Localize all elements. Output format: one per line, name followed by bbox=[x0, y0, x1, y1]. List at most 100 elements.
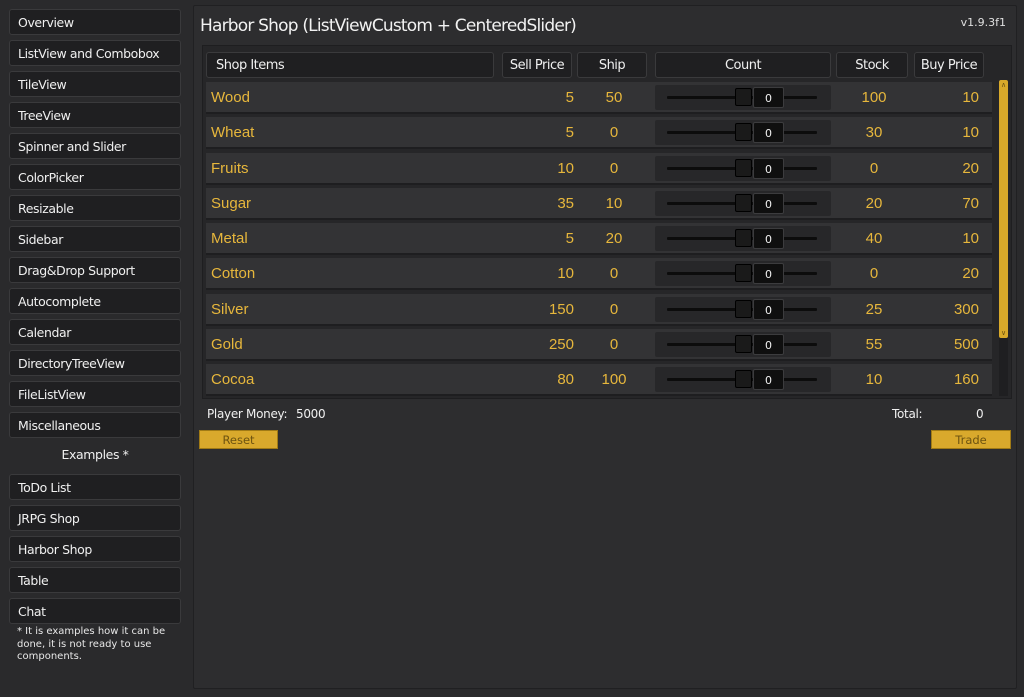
slider-handle[interactable] bbox=[735, 299, 752, 318]
ship-quantity: 0 bbox=[609, 124, 619, 142]
item-name: Wood bbox=[211, 89, 250, 106]
sidebar-item-resizable[interactable]: Resizable bbox=[9, 195, 181, 221]
scrollbar-thumb[interactable] bbox=[999, 80, 1008, 338]
sidebar-item-directorytreeview[interactable]: DirectoryTreeView bbox=[9, 350, 181, 376]
header-stock[interactable]: Stock bbox=[836, 52, 908, 78]
buy-price: 10 bbox=[962, 124, 979, 142]
count-input[interactable]: 0 bbox=[753, 157, 784, 179]
ship-quantity: 0 bbox=[609, 335, 619, 353]
ship-quantity: 20 bbox=[605, 230, 623, 247]
slider-handle[interactable] bbox=[735, 158, 752, 177]
buy-price: 20 bbox=[962, 159, 979, 177]
count-input[interactable]: 0 bbox=[753, 333, 784, 355]
item-name: Silver bbox=[211, 300, 249, 318]
slider-handle[interactable] bbox=[735, 193, 752, 212]
buy-price: 10 bbox=[962, 89, 979, 106]
item-name: Sugar bbox=[211, 194, 252, 212]
count-input[interactable]: 0 bbox=[753, 263, 784, 285]
version-label: v1.9.3f1 bbox=[960, 16, 1006, 29]
table-row[interactable]: Gold 250 0 0 55 500 bbox=[206, 328, 992, 361]
reset-button[interactable]: Reset bbox=[199, 430, 278, 449]
table-row[interactable]: Wheat 5 0 0 30 10 bbox=[206, 117, 992, 150]
item-name: Metal bbox=[211, 230, 248, 247]
count-input[interactable]: 0 bbox=[753, 298, 784, 320]
sidebar-item-dragdrop[interactable]: Drag&Drop Support bbox=[9, 257, 181, 283]
item-name: Wheat bbox=[211, 124, 255, 142]
slider-handle[interactable] bbox=[735, 334, 752, 353]
sell-price: 150 bbox=[548, 300, 574, 318]
header-buy-price[interactable]: Buy Price bbox=[914, 52, 984, 78]
page-title: Harbor Shop (ListViewCustom + CenteredSl… bbox=[200, 16, 577, 36]
sidebar-item-calendar[interactable]: Calendar bbox=[9, 319, 181, 345]
sidebar-item-autocomplete[interactable]: Autocomplete bbox=[9, 288, 181, 314]
sell-price: 250 bbox=[548, 335, 574, 353]
slider-handle[interactable] bbox=[735, 88, 752, 106]
harbor-shop-panel: Harbor Shop (ListViewCustom + CenteredSl… bbox=[193, 5, 1017, 689]
sidebar-item-treeview[interactable]: TreeView bbox=[9, 102, 181, 128]
scroll-up-icon[interactable]: ∧ bbox=[999, 81, 1008, 89]
sidebar-item-todo-list[interactable]: ToDo List bbox=[9, 474, 181, 500]
sidebar-item-miscellaneous[interactable]: Miscellaneous bbox=[9, 412, 181, 438]
header-shop-items[interactable]: Shop Items bbox=[206, 52, 494, 78]
sidebar-item-tileview[interactable]: TileView bbox=[9, 71, 181, 97]
sidebar-item-sidebar[interactable]: Sidebar bbox=[9, 226, 181, 252]
sidebar-item-harbor-shop[interactable]: Harbor Shop bbox=[9, 536, 181, 562]
count-slider[interactable]: 0 bbox=[655, 261, 831, 287]
slider-handle[interactable] bbox=[735, 264, 752, 283]
count-slider[interactable]: 0 bbox=[655, 296, 831, 322]
count-slider[interactable]: 0 bbox=[655, 190, 831, 216]
stock-quantity: 100 bbox=[861, 89, 887, 106]
count-slider[interactable]: 0 bbox=[655, 155, 831, 181]
buy-price: 500 bbox=[953, 335, 979, 353]
table-row[interactable]: Wood 5 50 0 100 10 bbox=[206, 82, 992, 114]
ship-quantity: 0 bbox=[609, 265, 619, 283]
sidebar-item-overview[interactable]: Overview bbox=[9, 9, 181, 35]
sell-price: 5 bbox=[565, 89, 574, 106]
count-slider[interactable]: 0 bbox=[655, 120, 831, 146]
count-input[interactable]: 0 bbox=[753, 122, 784, 144]
ship-quantity: 10 bbox=[605, 194, 623, 212]
buy-price: 10 bbox=[962, 230, 979, 247]
sidebar-item-chat[interactable]: Chat bbox=[9, 598, 181, 624]
header-ship[interactable]: Ship bbox=[577, 52, 647, 78]
count-input[interactable]: 0 bbox=[753, 87, 784, 108]
slider-handle[interactable] bbox=[735, 123, 752, 142]
count-slider[interactable]: 0 bbox=[655, 226, 831, 251]
count-input[interactable]: 0 bbox=[753, 192, 784, 214]
sidebar-item-colorpicker[interactable]: ColorPicker bbox=[9, 164, 181, 190]
header-sell-price[interactable]: Sell Price bbox=[502, 52, 572, 78]
scroll-down-icon[interactable]: ∨ bbox=[999, 329, 1008, 337]
sidebar-item-listview-combobox[interactable]: ListView and Combobox bbox=[9, 40, 181, 66]
slider-handle[interactable] bbox=[735, 229, 752, 247]
count-input[interactable]: 0 bbox=[753, 228, 784, 249]
shop-list: Shop Items Sell Price Ship Count Stock B… bbox=[202, 45, 1012, 399]
slider-handle[interactable] bbox=[735, 370, 752, 388]
count-slider[interactable]: 0 bbox=[655, 367, 831, 392]
table-row[interactable]: Fruits 10 0 0 0 20 bbox=[206, 152, 992, 185]
count-slider[interactable]: 0 bbox=[655, 331, 831, 357]
stock-quantity: 30 bbox=[865, 124, 883, 142]
list-scrollbar[interactable]: ∧ ∨ bbox=[999, 80, 1008, 396]
header-count[interactable]: Count bbox=[655, 52, 831, 78]
item-name: Fruits bbox=[211, 159, 249, 177]
table-row[interactable]: Cotton 10 0 0 0 20 bbox=[206, 258, 992, 291]
examples-heading: Examples * bbox=[61, 447, 129, 462]
sidebar-item-filelistview[interactable]: FileListView bbox=[9, 381, 181, 407]
sidebar-item-jrpg-shop[interactable]: JRPG Shop bbox=[9, 505, 181, 531]
count-slider[interactable]: 0 bbox=[655, 85, 831, 110]
table-row[interactable]: Metal 5 20 0 40 10 bbox=[206, 223, 992, 255]
sell-price: 80 bbox=[557, 371, 574, 388]
sidebar-item-spinner-slider[interactable]: Spinner and Slider bbox=[9, 133, 181, 159]
ship-quantity: 0 bbox=[609, 159, 619, 177]
table-row[interactable]: Silver 150 0 0 25 300 bbox=[206, 293, 992, 326]
trade-button[interactable]: Trade bbox=[931, 430, 1011, 449]
ship-quantity: 50 bbox=[605, 89, 623, 106]
count-input[interactable]: 0 bbox=[753, 369, 784, 390]
stock-quantity: 0 bbox=[869, 265, 879, 283]
sell-price: 10 bbox=[557, 159, 574, 177]
buy-price: 20 bbox=[962, 265, 979, 283]
sell-price: 35 bbox=[557, 194, 574, 212]
table-row[interactable]: Cocoa 80 100 0 10 160 bbox=[206, 364, 992, 396]
table-row[interactable]: Sugar 35 10 0 20 70 bbox=[206, 187, 992, 220]
sidebar-item-table[interactable]: Table bbox=[9, 567, 181, 593]
